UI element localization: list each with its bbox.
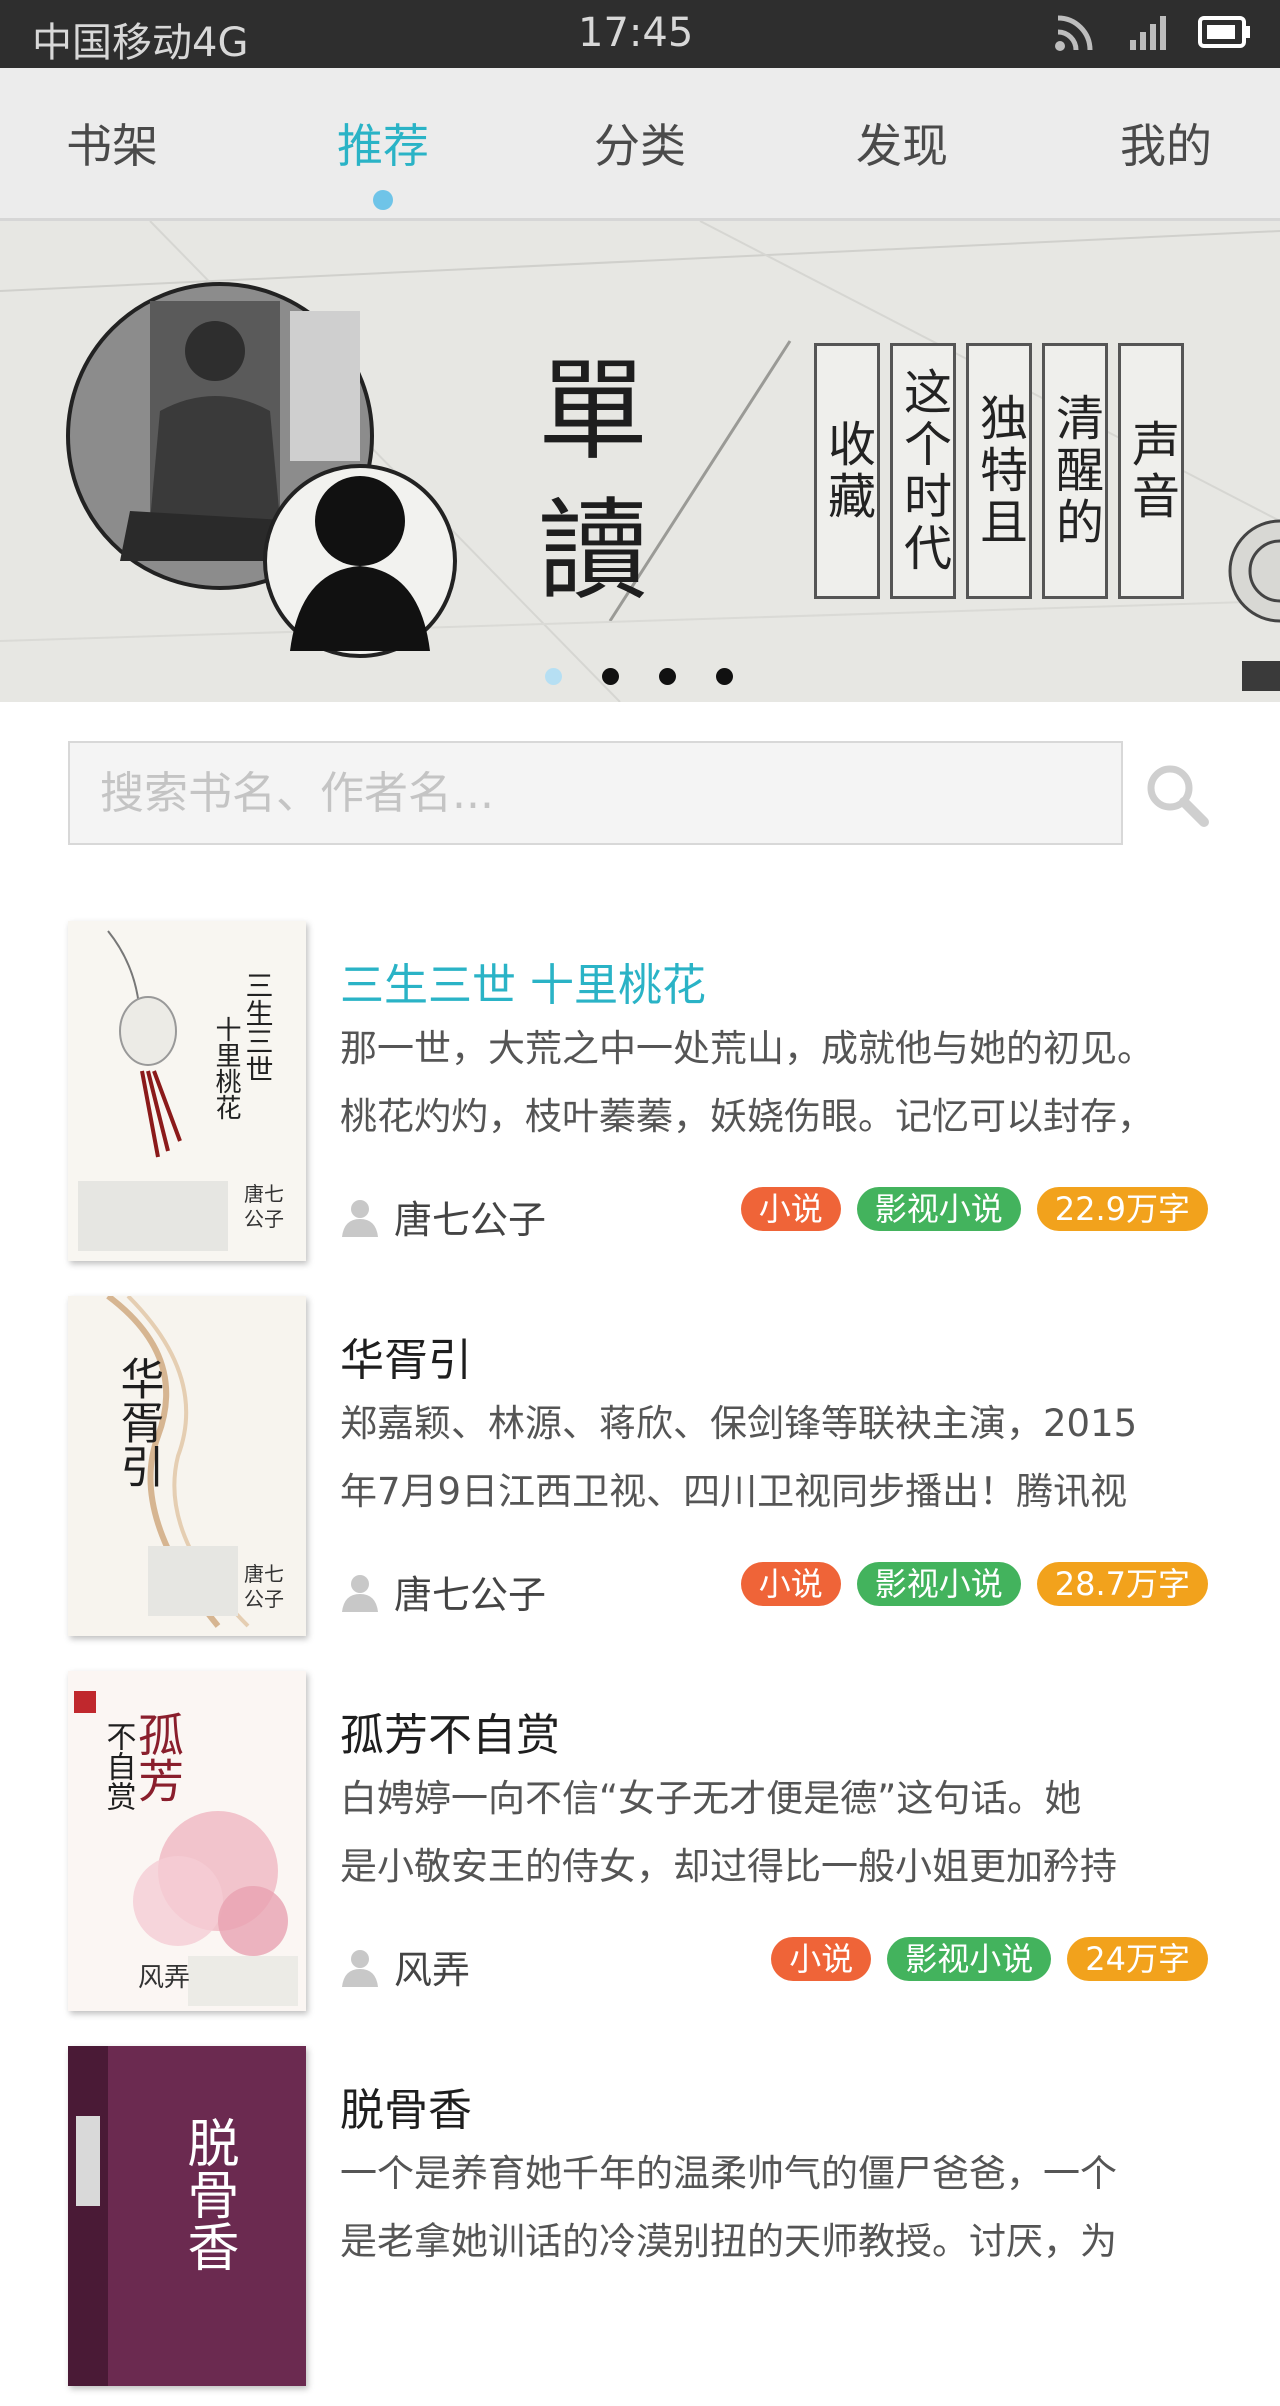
book-tags: 小说 影视小说 22.9万字: [740, 1187, 1208, 1231]
book-title[interactable]: 脱骨香: [340, 2074, 472, 2138]
book-description: 白娉婷一向不信“女子无才便是德”这句话。她 是小敬安王的侍女，却过得比一般小姐更…: [340, 1765, 1230, 1901]
book-cover-art: 不自赏 孤芳 风弄: [68, 1671, 306, 2011]
portrait-photo-image: [66, 282, 457, 658]
banner-title-char-1: 單: [538, 347, 648, 475]
carousel-dot[interactable]: [716, 668, 733, 685]
book-author: 风弄: [340, 1939, 470, 1994]
book-description-line: 一个是养育她千年的温柔帅气的僵尸爸爸，一个: [340, 2152, 1117, 2195]
book-tags: 小说 影视小说 28.7万字: [740, 1562, 1208, 1606]
book-description: 一个是养育她千年的温柔帅气的僵尸爸爸，一个 是老拿她训话的冷漠别扭的天师教授。讨…: [340, 2140, 1230, 2276]
word-count-tag: 24万字: [1067, 1937, 1208, 1981]
svg-text:孤芳: 孤芳: [131, 1711, 185, 1803]
svg-text:公子: 公子: [244, 1207, 284, 1231]
user-icon: [342, 1199, 378, 1237]
author-name: 唐七公子: [394, 1573, 547, 1617]
category-tag[interactable]: 影视小说: [856, 1187, 1021, 1231]
book-list-item[interactable]: 脱骨香 脱骨香 一个是养育她千年的温柔帅气的僵尸爸爸，一个 是老拿她训话的冷漠别…: [0, 2046, 1280, 2406]
banner-column-2: 这个时代: [890, 343, 956, 599]
banner-column-5: 声音: [1118, 343, 1184, 599]
genre-tag[interactable]: 小说: [740, 1562, 841, 1606]
book-author: 唐七公子: [340, 1189, 546, 1244]
book-cover-art: 华胥引 唐七 公子: [68, 1296, 306, 1636]
word-count-tag: 28.7万字: [1036, 1562, 1208, 1606]
book-title[interactable]: 孤芳不自赏: [340, 1699, 560, 1763]
book-cover-image[interactable]: 三生三世 十里桃花 唐七 公子: [68, 921, 306, 1261]
carousel-indicator: [545, 668, 733, 685]
category-tag[interactable]: 影视小说: [856, 1562, 1021, 1606]
clock: 17:45: [578, 10, 694, 56]
search-input[interactable]: [70, 743, 1121, 843]
svg-text:十里桃花: 十里桃花: [211, 1016, 241, 1120]
battery-icon: [1198, 16, 1250, 48]
book-author: 唐七公子: [340, 1564, 546, 1619]
carousel-dot[interactable]: [602, 668, 619, 685]
book-description: 郑嘉颖、林源、蒋欣、保剑锋等联袂主演，2015 年7月9日江西卫视、四川卫视同步…: [340, 1390, 1230, 1526]
book-description-line: 年7月9日江西卫视、四川卫视同步播出！腾讯视: [340, 1470, 1128, 1513]
tab-recommend[interactable]: 推荐: [283, 110, 483, 176]
book-title[interactable]: 三生三世 十里桃花: [340, 949, 706, 1013]
promo-banner[interactable]: 單 讀 声音 清醒的 独特且 这个时代 收藏: [0, 221, 1280, 702]
gramophone-image: [1228, 519, 1280, 691]
book-tags: 小说 影视小说 24万字: [771, 1937, 1208, 1981]
status-bar: 中国移动4G 17:45: [0, 0, 1280, 68]
book-list-item[interactable]: 三生三世 十里桃花 唐七 公子 三生三世 十里桃花 那一世，大荒之中一处荒山，成…: [0, 921, 1280, 1281]
banner-column-3: 独特且: [966, 343, 1032, 599]
book-cover-art: 三生三世 十里桃花 唐七 公子: [68, 921, 306, 1261]
top-tab-bar: 书架 推荐 分类 发现 我的: [0, 68, 1280, 221]
cast-icon: [1055, 15, 1093, 51]
book-list-item[interactable]: 不自赏 孤芳 风弄 孤芳不自赏 白娉婷一向不信“女子无才便是德”这句话。她 是小…: [0, 1671, 1280, 2031]
tab-bookshelf[interactable]: 书架: [12, 110, 212, 176]
carrier-label: 中国移动4G: [32, 20, 249, 66]
carousel-dot[interactable]: [659, 668, 676, 685]
author-name: 风弄: [394, 1948, 471, 1992]
book-description-line: 是老拿她训话的冷漠别扭的天师教授。讨厌，为: [340, 2220, 1117, 2263]
genre-tag[interactable]: 小说: [771, 1937, 872, 1981]
book-title[interactable]: 华胥引: [340, 1324, 472, 1388]
tab-category[interactable]: 分类: [540, 110, 740, 176]
author-name: 唐七公子: [394, 1198, 547, 1242]
book-description-line: 郑嘉颖、林源、蒋欣、保剑锋等联袂主演，2015: [340, 1402, 1138, 1445]
svg-text:公子: 公子: [244, 1587, 284, 1611]
active-tab-indicator: [373, 190, 393, 210]
book-list-item[interactable]: 华胥引 唐七 公子 华胥引 郑嘉颖、林源、蒋欣、保剑锋等联袂主演，2015 年7…: [0, 1296, 1280, 1656]
tab-discover[interactable]: 发现: [802, 110, 1002, 176]
svg-text:唐七: 唐七: [244, 1562, 284, 1586]
book-cover-art: 脱骨香: [68, 2046, 306, 2386]
banner-column-4: 清醒的: [1042, 343, 1108, 599]
carousel-dot[interactable]: [545, 668, 562, 685]
search-icon[interactable]: [1142, 760, 1212, 830]
svg-text:风弄: 风弄: [138, 1963, 190, 1993]
book-cover-image[interactable]: 脱骨香: [68, 2046, 306, 2386]
word-count-tag: 22.9万字: [1036, 1187, 1208, 1231]
category-tag[interactable]: 影视小说: [887, 1937, 1052, 1981]
banner-title-char-2: 讀: [538, 487, 648, 615]
svg-text:脱骨香: 脱骨香: [178, 2116, 238, 2272]
book-description-line: 白娉婷一向不信“女子无才便是德”这句话。她: [340, 1777, 1082, 1820]
svg-text:华胥引: 华胥引: [113, 1356, 164, 1488]
svg-text:三生三世: 三生三世: [242, 971, 275, 1083]
banner-column-1: 收藏: [814, 343, 880, 599]
status-icons: [1054, 12, 1252, 52]
book-cover-image[interactable]: 华胥引 唐七 公子: [68, 1296, 306, 1636]
user-icon: [342, 1949, 378, 1987]
svg-text:唐七: 唐七: [244, 1182, 284, 1206]
genre-tag[interactable]: 小说: [740, 1187, 841, 1231]
tab-mine[interactable]: 我的: [1066, 110, 1266, 176]
book-description-line: 是小敬安王的侍女，却过得比一般小姐更加矜持: [340, 1845, 1117, 1888]
book-description-line: 桃花灼灼，枝叶蓁蓁，妖娆伤眼。记忆可以封存，: [340, 1095, 1154, 1138]
book-cover-image[interactable]: 不自赏 孤芳 风弄: [68, 1671, 306, 2011]
user-icon: [342, 1574, 378, 1612]
book-description: 那一世，大荒之中一处荒山，成就他与她的初见。 桃花灼灼，枝叶蓁蓁，妖娆伤眼。记忆…: [340, 1015, 1230, 1151]
search-box: [68, 741, 1123, 845]
book-description-line: 那一世，大荒之中一处荒山，成就他与她的初见。: [340, 1027, 1154, 1070]
signal-icon: [1130, 16, 1166, 50]
